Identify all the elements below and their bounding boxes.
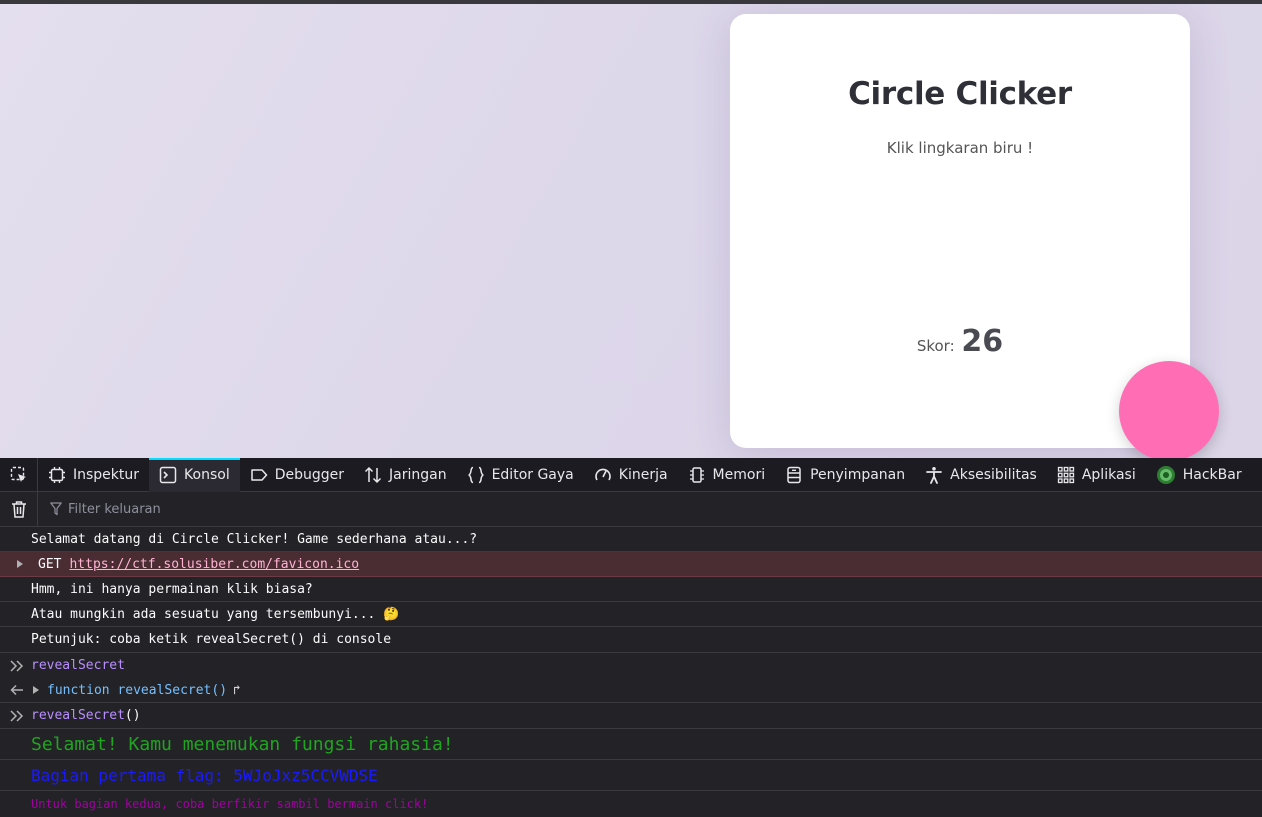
game-instructions: Klik lingkaran biru ! bbox=[886, 139, 1034, 157]
element-picker-icon bbox=[10, 466, 26, 482]
tab-label: Aplikasi bbox=[1081, 466, 1136, 483]
tab-label: Konsol bbox=[184, 466, 230, 483]
tab-debugger[interactable]: Debugger bbox=[240, 458, 354, 492]
tab-editor-gaya[interactable]: Editor Gaya bbox=[457, 458, 584, 492]
devtools-tabbar: Inspektur Konsol Debugger Jaringan Edito… bbox=[0, 457, 1262, 492]
game-card: Circle Clicker Klik lingkaran biru ! Sko… bbox=[730, 14, 1190, 448]
tab-label: Penyimpanan bbox=[810, 466, 906, 483]
trash-icon bbox=[11, 501, 26, 518]
memory-icon bbox=[689, 466, 704, 483]
tab-label: Kinerja bbox=[618, 466, 668, 483]
devtools-panel: Inspektur Konsol Debugger Jaringan Edito… bbox=[0, 457, 1262, 817]
inspector-icon bbox=[49, 466, 65, 483]
input-function-name: revealSecret bbox=[31, 708, 125, 723]
expand-arrow-icon[interactable] bbox=[32, 678, 40, 702]
page-viewport: Circle Clicker Klik lingkaran biru ! Sko… bbox=[0, 0, 1262, 458]
accessibility-icon bbox=[926, 466, 943, 484]
flag-message: Bagian pertama flag: 5WJoJxz5CCVWDSE bbox=[31, 765, 378, 785]
console-toolbar bbox=[0, 491, 1262, 527]
function-keyword: function bbox=[47, 682, 110, 698]
score-value: 26 bbox=[961, 324, 1004, 359]
jump-to-definition-icon[interactable]: ↱ bbox=[233, 683, 241, 698]
tab-memori[interactable]: Memori bbox=[678, 458, 776, 492]
filter-output-input[interactable] bbox=[68, 501, 468, 517]
tab-label: HackBar bbox=[1182, 466, 1242, 483]
debugger-icon bbox=[250, 468, 267, 481]
game-title: Circle Clicker bbox=[848, 76, 1072, 112]
console-input-text: revealSecret bbox=[31, 658, 125, 673]
console-log-row: Atau mungkin ada sesuatu yang tersembuny… bbox=[0, 602, 1262, 627]
input-prompt-icon bbox=[10, 653, 24, 678]
console-log-row: Hmm, ini hanya permainan klik biasa? bbox=[0, 577, 1262, 602]
input-prompt-icon bbox=[10, 703, 24, 728]
tab-label: Memori bbox=[712, 466, 766, 483]
network-error-row[interactable]: GET https://ctf.solusiber.com/favicon.ic… bbox=[0, 552, 1262, 577]
tab-aplikasi[interactable]: Aplikasi bbox=[1047, 458, 1146, 492]
log-message: Hmm, ini hanya permainan klik biasa? bbox=[31, 581, 313, 597]
network-icon bbox=[364, 466, 382, 483]
console-log-row: Petunjuk: coba ketik revealSecret() di c… bbox=[0, 627, 1262, 653]
result-arrow-icon bbox=[10, 678, 24, 702]
tab-label: Jaringan bbox=[389, 466, 447, 483]
performance-icon bbox=[594, 468, 611, 480]
console-input-row: revealSecret bbox=[0, 653, 1262, 678]
console-input-row: revealSecret() bbox=[0, 703, 1262, 729]
success-message: Selamat! Kamu menemukan fungsi rahasia! bbox=[31, 733, 454, 755]
application-icon bbox=[1057, 466, 1074, 483]
input-parens: () bbox=[124, 708, 141, 723]
score-label: Skor: bbox=[916, 337, 955, 355]
score-display: Skor: 26 bbox=[730, 324, 1190, 359]
console-log-row: Selamat datang di Circle Clicker! Game s… bbox=[0, 527, 1262, 552]
tab-label: Inspektur bbox=[73, 466, 140, 483]
request-url-link[interactable]: https://ctf.solusiber.com/favicon.ico bbox=[69, 557, 359, 572]
console-result-row[interactable]: function revealSecret() ↱ bbox=[0, 678, 1262, 703]
element-picker-button[interactable] bbox=[0, 457, 38, 492]
target-circle[interactable] bbox=[1119, 361, 1219, 458]
filter-icon bbox=[50, 502, 62, 516]
request-method: GET bbox=[38, 556, 62, 572]
tab-aksesibilitas[interactable]: Aksesibilitas bbox=[915, 458, 1047, 492]
console-icon bbox=[159, 466, 177, 483]
console-input-text: revealSecret() bbox=[31, 708, 141, 723]
log-message: Atau mungkin ada sesuatu yang tersembuny… bbox=[31, 606, 400, 622]
tab-inspektur[interactable]: Inspektur bbox=[38, 458, 149, 492]
style-editor-icon bbox=[467, 466, 484, 483]
tab-hackbar[interactable]: HackBar bbox=[1146, 458, 1252, 492]
tab-jaringan[interactable]: Jaringan bbox=[354, 458, 457, 492]
filter-wrapper bbox=[38, 501, 468, 517]
hackbar-icon bbox=[1156, 465, 1175, 484]
tab-konsol[interactable]: Konsol bbox=[149, 457, 240, 492]
storage-icon bbox=[787, 466, 801, 483]
log-message: Selamat datang di Circle Clicker! Game s… bbox=[31, 531, 478, 547]
tab-label: Debugger bbox=[274, 466, 344, 483]
tab-label: Aksesibilitas bbox=[950, 466, 1037, 483]
tab-kinerja[interactable]: Kinerja bbox=[584, 458, 678, 492]
tab-penyimpanan[interactable]: Penyimpanan bbox=[775, 458, 915, 492]
hint-message: Untuk bagian kedua, coba berfikir sambil… bbox=[31, 797, 429, 811]
console-log-row: Bagian pertama flag: 5WJoJxz5CCVWDSE bbox=[0, 760, 1262, 791]
function-name: revealSecret() bbox=[117, 682, 228, 698]
tab-label: Editor Gaya bbox=[491, 466, 574, 483]
console-log-row: Selamat! Kamu menemukan fungsi rahasia! bbox=[0, 729, 1262, 760]
log-message: Petunjuk: coba ketik revealSecret() di c… bbox=[31, 632, 392, 647]
expand-arrow-icon[interactable] bbox=[16, 552, 24, 576]
clear-console-button[interactable] bbox=[0, 491, 38, 527]
console-log-row: Untuk bagian kedua, coba berfikir sambil… bbox=[0, 791, 1262, 817]
console-output: Selamat datang di Circle Clicker! Game s… bbox=[0, 527, 1262, 817]
